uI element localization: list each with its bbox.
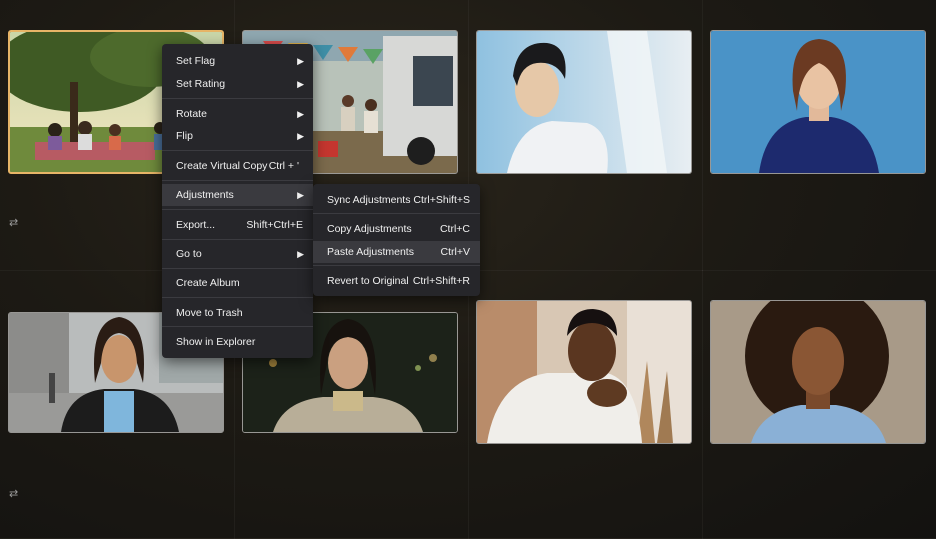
photo-thumbnail-woman-blue-portrait[interactable] — [710, 30, 926, 174]
adjustments-indicator-icon[interactable]: ⇄ — [9, 487, 18, 500]
menu-separator — [162, 98, 313, 99]
menu-item-label: Go to — [176, 248, 202, 260]
menu-item-sync-adjustments[interactable]: Sync Adjustments Ctrl+Shift+S — [313, 189, 480, 211]
submenu-arrow-icon: ▶ — [297, 56, 304, 66]
menu-item-export[interactable]: Export... Shift+Ctrl+E — [162, 214, 313, 236]
menu-item-label: Adjustments — [176, 189, 234, 201]
menu-separator — [162, 209, 313, 210]
woman-curly-photo-image — [711, 301, 925, 443]
menu-item-label: Rotate — [176, 108, 207, 120]
submenu-arrow-icon: ▶ — [297, 131, 304, 141]
submenu-arrow-icon: ▶ — [297, 109, 304, 119]
menu-item-create-virtual-copy[interactable]: Create Virtual Copy Ctrl + ' — [162, 155, 313, 177]
menu-item-label: Move to Trash — [176, 307, 243, 319]
adjustments-indicator-icon[interactable]: ⇄ — [9, 216, 18, 229]
menu-item-rotate[interactable]: Rotate ▶ — [162, 103, 313, 125]
menu-item-go-to[interactable]: Go to ▶ — [162, 243, 313, 265]
menu-separator — [162, 297, 313, 298]
photo-thumbnail-woman-curly[interactable] — [710, 300, 926, 444]
menu-item-label: Set Flag — [176, 55, 216, 67]
menu-item-shortcut: Shift+Ctrl+E — [246, 219, 303, 231]
submenu-arrow-icon: ▶ — [297, 79, 304, 89]
photo-thumbnail-man-thinking[interactable] — [476, 300, 692, 444]
submenu-arrow-icon: ▶ — [297, 249, 304, 259]
menu-item-label: Flip — [176, 130, 193, 142]
menu-item-move-to-trash[interactable]: Move to Trash — [162, 302, 313, 324]
menu-item-shortcut: Ctrl+Shift+S — [413, 194, 470, 206]
menu-item-label: Create Album — [176, 277, 240, 289]
menu-separator — [313, 265, 480, 266]
photo-thumbnail-young-man-portrait[interactable] — [476, 30, 692, 174]
menu-item-label: Sync Adjustments — [327, 194, 411, 206]
menu-item-shortcut: Ctrl + ' — [268, 160, 299, 172]
menu-item-set-flag[interactable]: Set Flag ▶ — [162, 50, 313, 72]
menu-separator — [313, 213, 480, 214]
menu-separator — [162, 239, 313, 240]
menu-item-show-in-explorer[interactable]: Show in Explorer — [162, 331, 313, 353]
menu-item-label: Paste Adjustments — [327, 246, 414, 258]
menu-separator — [162, 268, 313, 269]
young-man-photo-image — [477, 31, 691, 173]
menu-item-label: Set Rating — [176, 78, 226, 90]
woman-blue-photo-image — [711, 31, 925, 173]
menu-item-shortcut: Ctrl+C — [439, 223, 470, 235]
submenu-arrow-icon: ▶ — [297, 190, 304, 200]
menu-item-flip[interactable]: Flip ▶ — [162, 125, 313, 147]
menu-item-adjustments[interactable]: Adjustments ▶ — [162, 184, 313, 206]
menu-item-paste-adjustments[interactable]: Paste Adjustments Ctrl+V — [313, 241, 480, 263]
context-menu: Set Flag ▶ Set Rating ▶ Rotate ▶ Flip ▶ … — [162, 44, 313, 358]
menu-separator — [162, 326, 313, 327]
menu-item-label: Copy Adjustments — [327, 223, 412, 235]
menu-item-copy-adjustments[interactable]: Copy Adjustments Ctrl+C — [313, 218, 480, 240]
man-thinking-photo-image — [477, 301, 691, 443]
menu-item-label: Create Virtual Copy — [176, 160, 268, 172]
menu-item-set-rating[interactable]: Set Rating ▶ — [162, 73, 313, 95]
menu-item-label: Export... — [176, 219, 216, 231]
adjustments-submenu: Sync Adjustments Ctrl+Shift+S Copy Adjus… — [313, 184, 480, 296]
menu-separator — [162, 150, 313, 151]
menu-separator — [162, 180, 313, 181]
menu-item-label: Show in Explorer — [176, 336, 256, 348]
menu-item-create-album[interactable]: Create Album — [162, 272, 313, 294]
menu-item-label: Revert to Original — [327, 275, 409, 287]
menu-item-shortcut: Ctrl+Shift+R — [412, 275, 470, 287]
menu-item-shortcut: Ctrl+V — [440, 246, 470, 258]
menu-item-revert-to-original[interactable]: Revert to Original Ctrl+Shift+R — [313, 270, 480, 292]
